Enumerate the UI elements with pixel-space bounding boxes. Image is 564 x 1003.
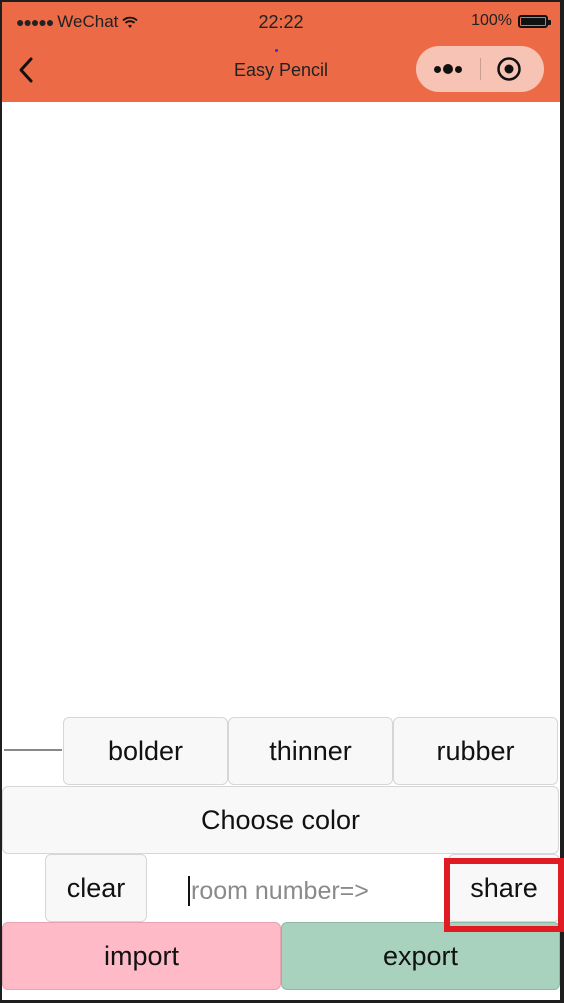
status-bar: ●●●●● WeChat 22:22 100% — [2, 2, 560, 39]
drawing-canvas[interactable] — [2, 102, 560, 714]
rubber-button[interactable]: rubber — [393, 717, 558, 785]
thinner-button[interactable]: thinner — [228, 717, 393, 785]
target-close-icon[interactable] — [496, 56, 522, 82]
bolder-button[interactable]: bolder — [63, 717, 228, 785]
stroke-width-preview — [4, 749, 62, 751]
battery-percent: 100% — [471, 12, 512, 29]
battery-info: 100% — [471, 12, 551, 30]
share-highlight-box — [444, 858, 564, 932]
navigation-bar: Easy Pencil — [2, 38, 560, 102]
capsule-divider — [480, 58, 481, 80]
text-caret — [188, 876, 190, 906]
room-number-input[interactable]: room number=> — [188, 868, 418, 914]
export-button[interactable]: export — [281, 922, 560, 990]
more-dots-icon[interactable] — [416, 46, 480, 92]
choose-color-button[interactable]: Choose color — [2, 786, 559, 854]
room-number-placeholder: room number=> — [191, 876, 369, 905]
app-screen: ●●●●● WeChat 22:22 100% Easy Pencil bold… — [2, 2, 560, 1000]
clear-button[interactable]: clear — [45, 854, 147, 922]
import-button[interactable]: import — [2, 922, 281, 990]
menu-capsule — [416, 46, 544, 92]
loading-dot — [275, 49, 278, 52]
battery-icon — [518, 14, 551, 28]
